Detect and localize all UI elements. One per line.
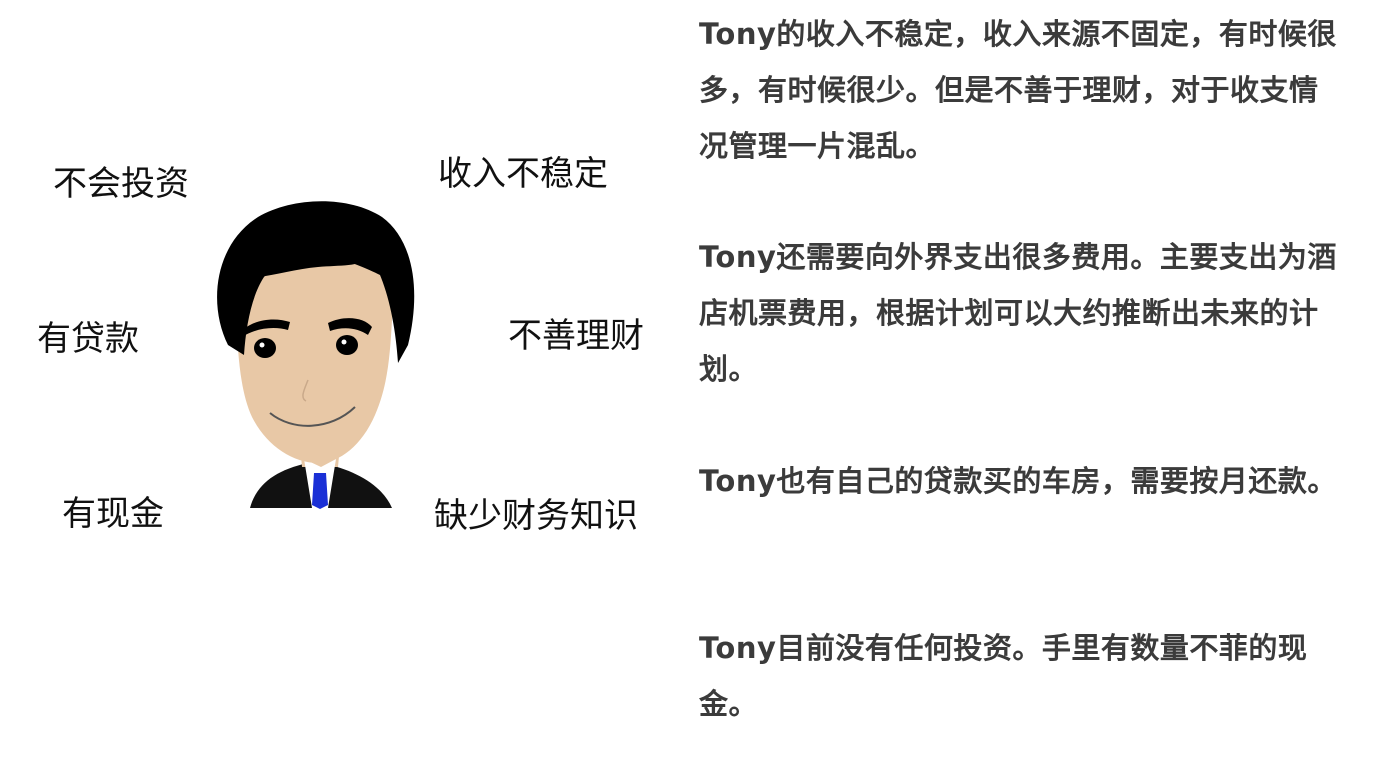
description-paragraph-loan: Tony也有自己的贷款买的车房，需要按月还款。 [699, 464, 1337, 498]
description-paragraph-expenses: Tony还需要向外界支出很多费用。主要支出为酒店机票费用，根据计划可以大约推断出… [699, 240, 1337, 386]
right-eye [336, 335, 358, 355]
description-paragraph-income: Tony的收入不稳定，收入来源不固定，有时候很多，有时候很少。但是不善于理财，对… [699, 17, 1337, 163]
left-eye [254, 338, 276, 358]
trait-label-poor-finance-management: 不善理财 [508, 316, 644, 356]
trait-label-has-cash: 有现金 [62, 494, 164, 534]
trait-label-unstable-income: 收入不稳定 [438, 154, 608, 194]
trait-label-has-loan: 有贷款 [37, 319, 139, 359]
description-paragraph-investment: Tony目前没有任何投资。手里有数量不菲的现金。 [699, 631, 1308, 721]
trait-label-lack-finance-knowledge: 缺少财务知识 [434, 496, 638, 536]
tie-shape [312, 473, 328, 509]
businessman-avatar-icon [200, 195, 430, 510]
trait-label-no-invest: 不会投资 [53, 164, 189, 204]
